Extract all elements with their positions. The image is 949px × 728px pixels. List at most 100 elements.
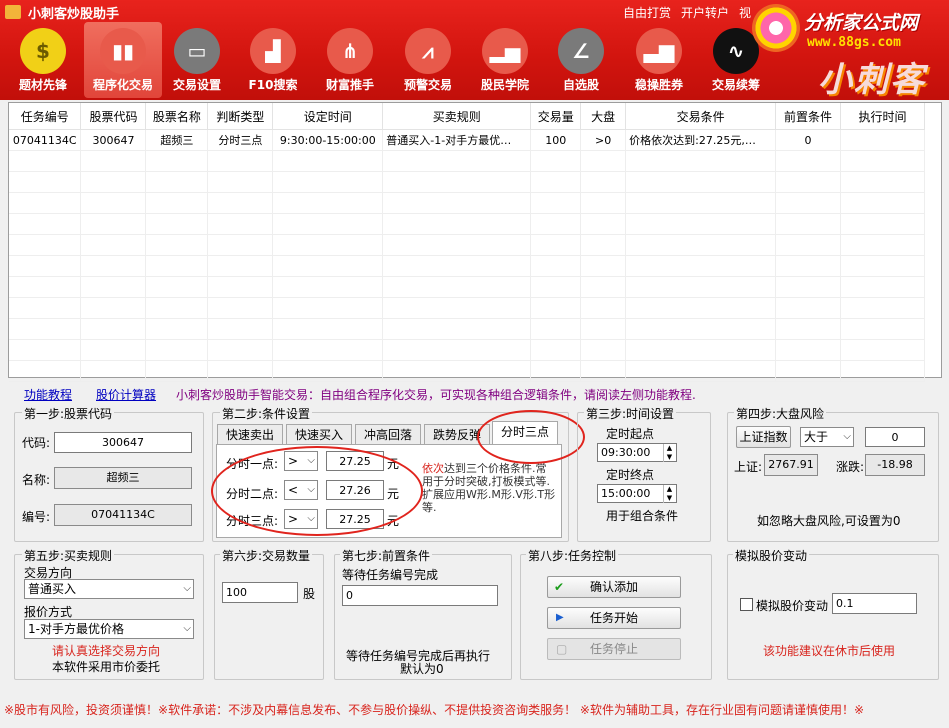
nav-topic-pioneer[interactable]: $ 题材先锋 bbox=[4, 22, 82, 98]
col-header[interactable]: 股票名称 bbox=[145, 103, 209, 130]
col-header[interactable]: 大盘 bbox=[580, 103, 627, 130]
table-row bbox=[9, 318, 925, 340]
time-spinner[interactable]: ▲ ▼ bbox=[663, 485, 675, 503]
col-header[interactable]: 交易条件 bbox=[625, 103, 777, 130]
confirm-add-label: 确认添加 bbox=[589, 580, 638, 594]
task-start-button[interactable]: ▶ 任务开始 bbox=[547, 607, 681, 629]
nav-f10-search[interactable]: ▟ F10搜索 bbox=[234, 22, 312, 98]
time-note: 用于组合条件 bbox=[606, 509, 679, 523]
table-row bbox=[9, 213, 925, 235]
end-time-input[interactable]: 15:00:00 ▲ ▼ bbox=[597, 484, 677, 503]
col-header[interactable]: 任务编号 bbox=[9, 103, 82, 130]
table-row[interactable]: 07041134C 300647 超频三 分时三点 9:30:00-15:00:… bbox=[9, 129, 925, 151]
table-cell: 07041134C bbox=[9, 129, 82, 151]
task-stop-button[interactable]: ▢ 任务停止 bbox=[547, 638, 681, 660]
nav-label: 自选股 bbox=[562, 78, 599, 92]
check-icon: ✔ bbox=[554, 580, 565, 594]
col-header[interactable]: 设定时间 bbox=[272, 103, 384, 130]
nav-program-trading[interactable]: ▮▮ 程序化交易 bbox=[84, 22, 162, 98]
col-header[interactable]: 买卖规则 bbox=[382, 103, 532, 130]
prerequisite-label: 等待任务编号完成 bbox=[342, 568, 439, 582]
step6-group bbox=[214, 554, 324, 680]
tutorial-link[interactable]: 功能教程 bbox=[24, 386, 72, 403]
price-mode-select[interactable]: 1-对手方最优价格 ⌵ bbox=[24, 619, 194, 639]
table-header-row: 任务编号 股票代码 股票名称 判断类型 设定时间 买卖规则 交易量 大盘 交易条… bbox=[9, 103, 925, 130]
trend-chart-icon: ⩘ bbox=[405, 28, 451, 74]
start-time-value: 09:30:00 bbox=[601, 446, 651, 459]
nav-wealth-pusher[interactable]: ⋔ 财富推手 bbox=[311, 22, 389, 98]
nav-sure-win[interactable]: ▃▆ 稳操胜券 bbox=[620, 22, 698, 98]
start-time-label: 定时起点 bbox=[606, 427, 655, 441]
footer-bar: ※股市有风险，投资须谨慎！※软件承诺：不涉及内幕信息发布、不参与股价操纵、不提供… bbox=[0, 699, 949, 728]
task-start-label: 任务开始 bbox=[589, 611, 638, 625]
spin-up-icon: ▲ bbox=[663, 485, 675, 494]
step3-title: 第三步:时间设置 bbox=[584, 405, 677, 422]
sh-index-label: 上证: bbox=[734, 460, 763, 474]
stock-code-input[interactable]: 300647 bbox=[54, 432, 192, 453]
donate-link[interactable]: 自由打赏 bbox=[623, 4, 671, 21]
market-compare-select[interactable]: 大于 ⌵ bbox=[800, 427, 854, 447]
col-header[interactable]: 股票代码 bbox=[80, 103, 147, 130]
table-cell: 价格依次达到:27.25元,… bbox=[625, 129, 777, 151]
market-risk-note: 如忽略大盘风险,可设置为0 bbox=[757, 514, 901, 528]
tab-surge-fallback[interactable]: 冲高回落 bbox=[355, 424, 421, 445]
change-label: 涨跌: bbox=[836, 460, 865, 474]
table-cell: 分时三点 bbox=[207, 129, 274, 151]
step1-title: 第一步:股票代码 bbox=[22, 405, 115, 422]
id-label: 编号: bbox=[22, 510, 51, 524]
video-link[interactable]: 视 bbox=[739, 4, 751, 21]
table-cell: 9:30:00-15:00:00 bbox=[272, 129, 384, 151]
chevron-down-icon: ⌵ bbox=[183, 623, 191, 634]
trade-direction-select[interactable]: 普通买入 ⌵ bbox=[24, 579, 194, 599]
time-spinner[interactable]: ▲ ▼ bbox=[663, 444, 675, 462]
market-compare-value: 大于 bbox=[804, 430, 829, 444]
table-row bbox=[9, 150, 925, 172]
simulate-checkbox-label[interactable]: 模拟股价变动 bbox=[756, 597, 828, 614]
bar-chart-icon: ▮▮ bbox=[100, 28, 146, 74]
nav-watchlist[interactable]: ∠ 自选股 bbox=[542, 22, 620, 98]
col-header[interactable]: 交易量 bbox=[530, 103, 582, 130]
end-time-label: 定时终点 bbox=[606, 468, 655, 482]
line-chart-icon: ∠ bbox=[558, 28, 604, 74]
nav-label: 程序化交易 bbox=[92, 78, 153, 92]
window-title: 小刺客炒股助手 bbox=[28, 7, 120, 22]
simulate-checkbox[interactable] bbox=[740, 598, 753, 611]
price-calculator-link[interactable]: 股价计算器 bbox=[96, 386, 156, 403]
name-label: 名称: bbox=[22, 473, 51, 487]
nav-investor-academy[interactable]: ▂▅ 股民学院 bbox=[466, 22, 544, 98]
app-logo-icon bbox=[5, 5, 21, 19]
end-time-value: 15:00:00 bbox=[601, 487, 651, 500]
account-link[interactable]: 开户转户 bbox=[681, 4, 729, 21]
step6-title: 第六步:交易数量 bbox=[220, 547, 313, 564]
table-cell: 超频三 bbox=[145, 129, 209, 151]
spin-down-icon: ▼ bbox=[663, 453, 675, 462]
monitor-chart-icon: ▭ bbox=[174, 28, 220, 74]
chevron-down-icon: ⌵ bbox=[843, 431, 851, 442]
tab-quick-buy[interactable]: 快速买入 bbox=[286, 424, 352, 445]
index-select-button[interactable]: 上证指数 bbox=[736, 426, 791, 448]
direction-warning: 请认真选择交易方向 bbox=[52, 644, 161, 658]
nav-alert-trading[interactable]: ⩘ 预警交易 bbox=[389, 22, 467, 98]
network-icon: ⋔ bbox=[327, 28, 373, 74]
col-header[interactable]: 前置条件 bbox=[775, 103, 841, 130]
annotation-ellipse-tab bbox=[477, 410, 585, 464]
confirm-add-button[interactable]: ✔ 确认添加 bbox=[547, 576, 681, 598]
simulation-group bbox=[727, 554, 939, 680]
spin-down-icon: ▼ bbox=[663, 494, 675, 503]
quantity-input[interactable]: 100 bbox=[222, 582, 298, 603]
step7-title: 第七步:前置条件 bbox=[340, 547, 433, 564]
prerequisite-task-input[interactable]: 0 bbox=[342, 585, 498, 606]
nav-trade-settings[interactable]: ▭ 交易设置 bbox=[158, 22, 236, 98]
stock-name-field: 超频三 bbox=[54, 467, 192, 489]
nav-label: 题材先锋 bbox=[18, 78, 67, 92]
table-row bbox=[9, 339, 925, 361]
tab-quick-sell[interactable]: 快速卖出 bbox=[217, 424, 283, 445]
change-value: -18.98 bbox=[865, 454, 925, 476]
step2-title: 第二步:条件设置 bbox=[220, 405, 313, 422]
start-time-input[interactable]: 09:30:00 ▲ ▼ bbox=[597, 443, 677, 462]
market-threshold-input[interactable]: 0 bbox=[865, 427, 925, 447]
col-header[interactable]: 判断类型 bbox=[207, 103, 274, 130]
simulate-change-input[interactable]: 0.1 bbox=[832, 593, 917, 614]
col-header[interactable]: 执行时间 bbox=[840, 103, 925, 130]
table-row bbox=[9, 297, 925, 319]
